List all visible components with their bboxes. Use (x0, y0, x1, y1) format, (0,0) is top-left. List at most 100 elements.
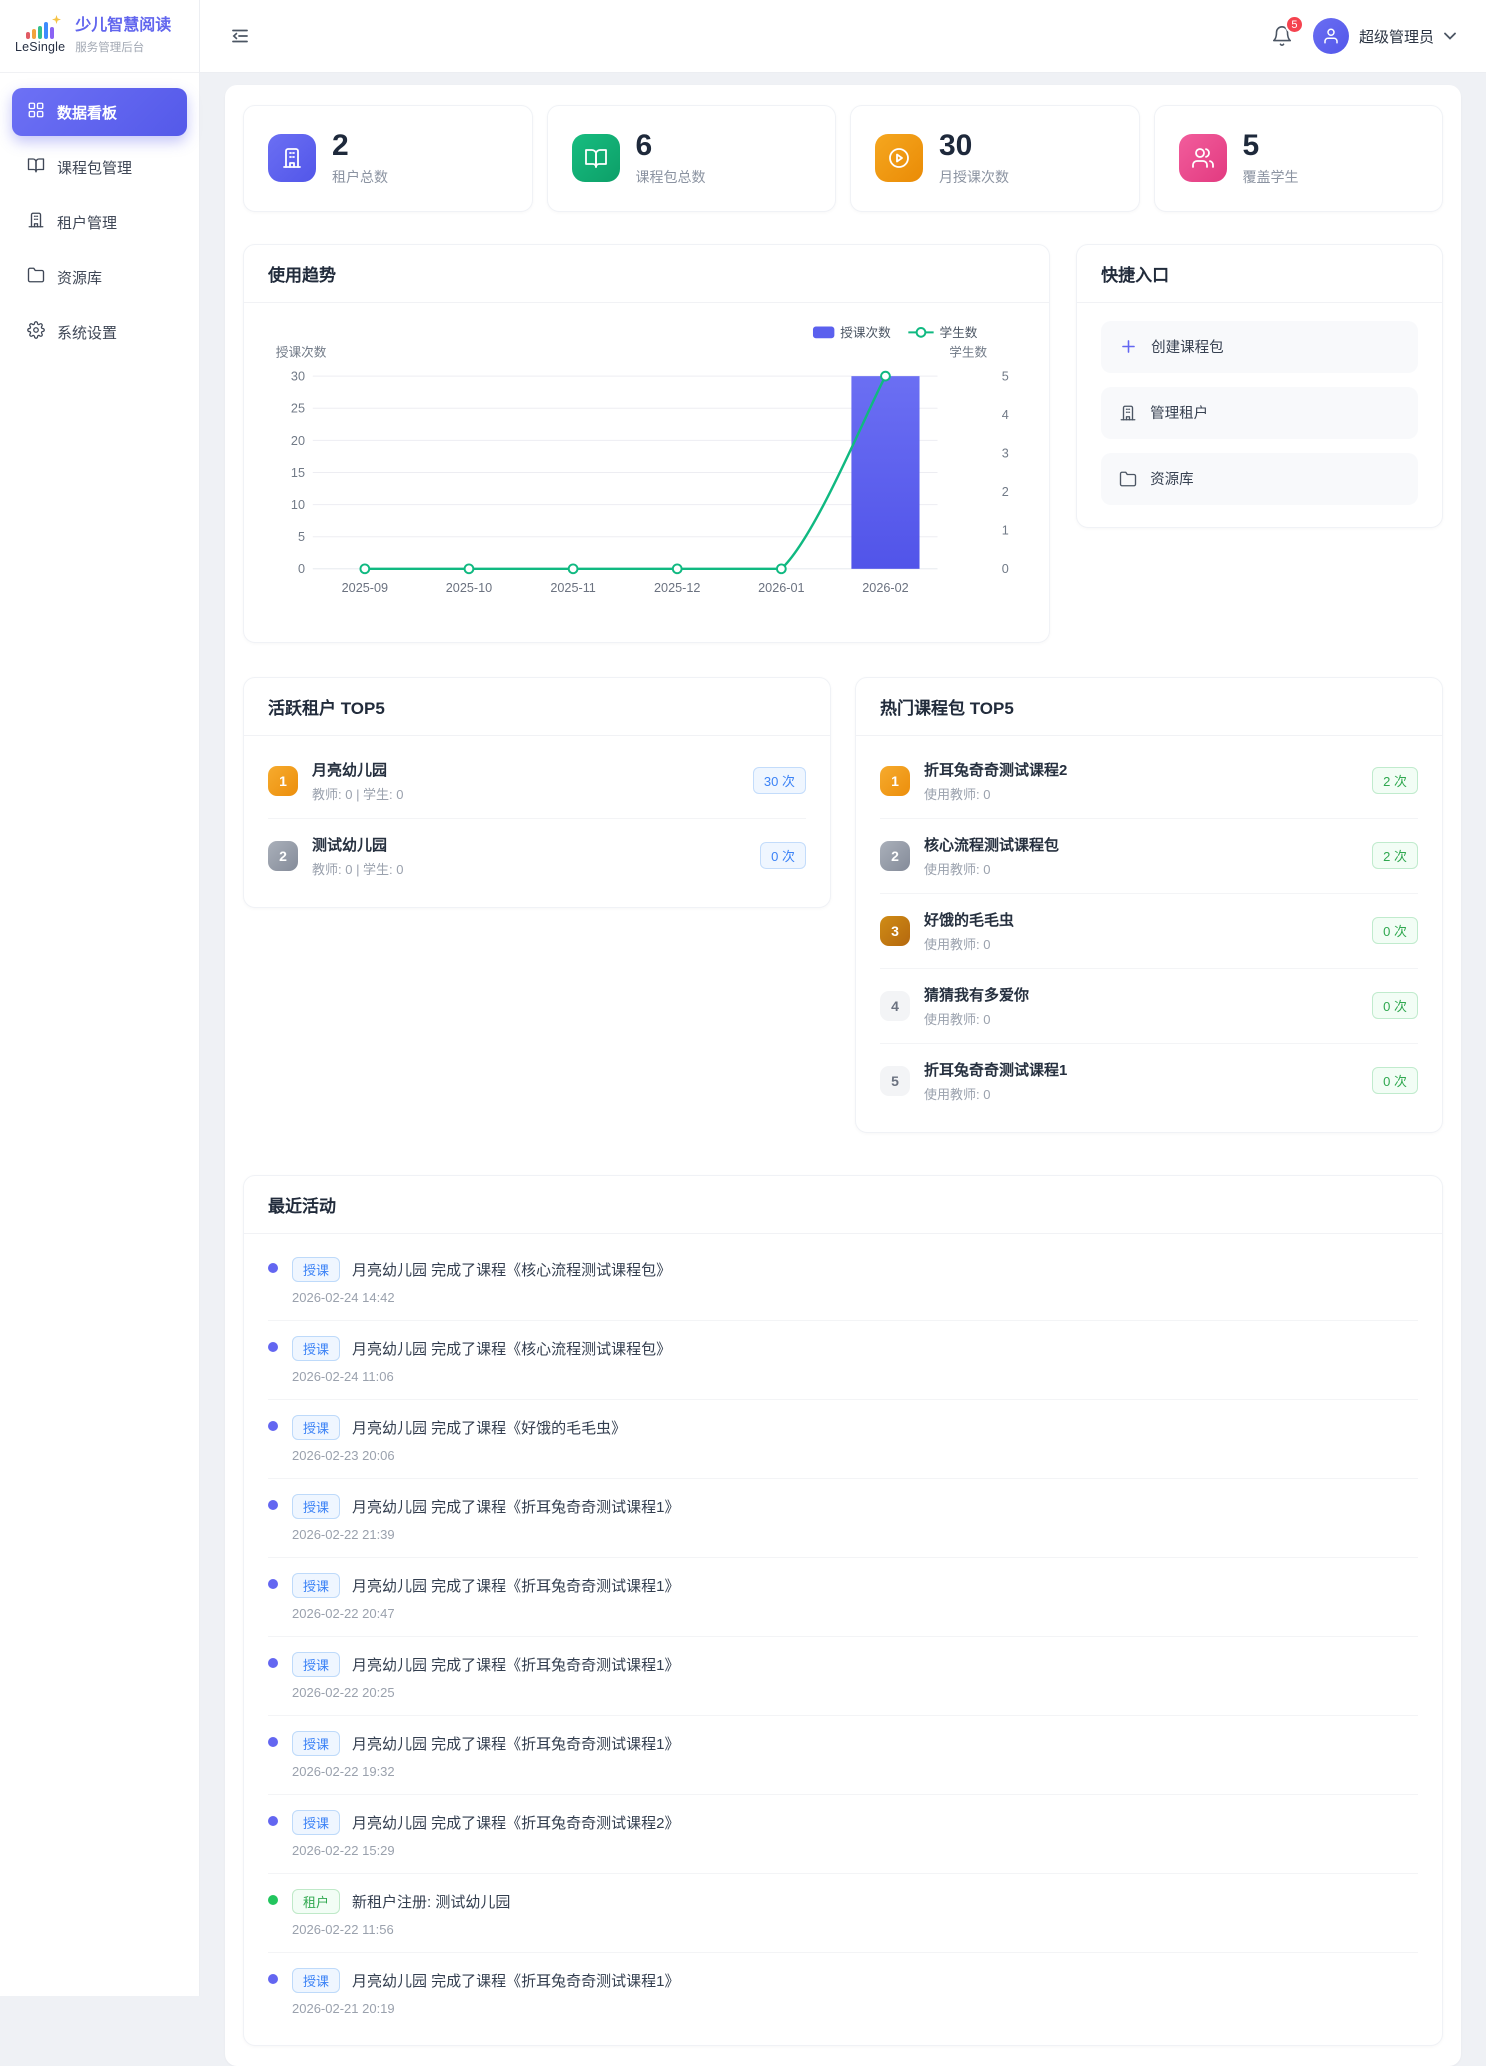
activity-dot (268, 1342, 278, 1352)
stat-label: 租户总数 (332, 167, 388, 187)
rank-badge: 2 (880, 841, 910, 871)
activity-type-badge: 租户 (292, 1889, 340, 1914)
usage-trend-chart: 051015202530012345授课次数学生数2025-092025-102… (268, 309, 1025, 632)
activity-type-badge: 授课 (292, 1810, 340, 1835)
activity-dot (268, 1579, 278, 1589)
quick-action-label: 管理租户 (1150, 402, 1208, 423)
sidebar-item-label: 数据看板 (57, 102, 117, 123)
tenant-name: 测试幼儿园 (312, 834, 746, 855)
sidebar-item-course-packages[interactable]: 课程包管理 (12, 143, 187, 191)
package-name: 好饿的毛毛虫 (924, 909, 1358, 930)
user-menu[interactable]: 超级管理员 (1313, 18, 1456, 54)
book-open-icon (572, 134, 620, 182)
stat-value: 6 (636, 130, 706, 162)
svg-text:10: 10 (291, 497, 305, 511)
sidebar-item-tenants[interactable]: 租户管理 (12, 198, 187, 246)
sidebar-item-settings[interactable]: 系统设置 (12, 308, 187, 356)
quick-action-manage-tenants[interactable]: 管理租户 (1101, 387, 1418, 439)
activity-dot (268, 1974, 278, 1984)
activity-type-badge: 授课 (292, 1573, 340, 1598)
activity-row: 授课 月亮幼儿园 完成了课程《核心流程测试课程包》 2026-02-24 11:… (268, 1320, 1418, 1399)
svg-text:2: 2 (1002, 485, 1009, 499)
tenant-row: 1 月亮幼儿园 教师: 0 | 学生: 0 30 次 (268, 744, 806, 818)
quick-action-resources[interactable]: 资源库 (1101, 453, 1418, 505)
svg-text:20: 20 (291, 433, 305, 447)
svg-text:授课次数: 授课次数 (840, 326, 891, 340)
stats-row: 2 租户总数 6 课程包总数 30 月授课次数 (243, 105, 1443, 212)
activity-dot (268, 1500, 278, 1510)
svg-text:学生数: 学生数 (939, 325, 977, 340)
rank-badge: 3 (880, 916, 910, 946)
book-icon (27, 156, 45, 178)
building-icon (268, 134, 316, 182)
package-name: 折耳兔奇奇测试课程1 (924, 1059, 1358, 1080)
activity-time: 2026-02-24 11:06 (292, 1369, 671, 1384)
svg-text:25: 25 (291, 401, 305, 415)
activity-type-badge: 授课 (292, 1652, 340, 1677)
brand-title: 少儿智慧阅读 (75, 17, 171, 35)
usage-trend-title: 使用趋势 (244, 245, 1049, 303)
activity-time: 2026-02-22 20:25 (292, 1685, 680, 1700)
svg-text:0: 0 (1002, 562, 1009, 576)
usage-count-pill: 30 次 (753, 767, 806, 794)
user-name: 超级管理员 (1359, 26, 1434, 47)
activity-text: 月亮幼儿园 完成了课程《核心流程测试课程包》 (352, 1338, 671, 1359)
active-tenants-card: 活跃租户 TOP5 1 月亮幼儿园 教师: 0 | 学生: 0 30 次 2 (243, 677, 831, 908)
quick-action-label: 资源库 (1150, 468, 1194, 489)
brand-logo: LeSingle 少儿智慧阅读 服务管理后台 (0, 0, 199, 73)
activity-type-badge: 授课 (292, 1257, 340, 1282)
activity-type-badge: 授课 (292, 1415, 340, 1440)
svg-text:授课次数: 授课次数 (276, 345, 327, 359)
stat-value: 2 (332, 130, 388, 162)
chevron-down-icon (1444, 32, 1456, 40)
activity-text: 月亮幼儿园 完成了课程《核心流程测试课程包》 (352, 1259, 671, 1280)
top-header: 5 超级管理员 (200, 0, 1486, 73)
activity-text: 月亮幼儿园 完成了课程《折耳兔奇奇测试课程1》 (352, 1970, 680, 1991)
usage-trend-card: 使用趋势 051015202530012345授课次数学生数2025-09202… (243, 244, 1050, 643)
activity-text: 月亮幼儿园 完成了课程《折耳兔奇奇测试课程1》 (352, 1496, 680, 1517)
svg-text:2025-09: 2025-09 (342, 581, 388, 595)
usage-count-pill: 0 次 (1372, 1067, 1418, 1094)
recent-activity-card: 最近活动 授课 月亮幼儿园 完成了课程《核心流程测试课程包》 2026-02-2… (243, 1175, 1443, 2046)
recent-activity-list: 授课 月亮幼儿园 完成了课程《核心流程测试课程包》 2026-02-24 14:… (244, 1234, 1442, 2045)
notification-bell[interactable]: 5 (1271, 25, 1293, 47)
sidebar-item-label: 租户管理 (57, 212, 117, 233)
sidebar-item-dashboard[interactable]: 数据看板 (12, 88, 187, 136)
users-icon (1179, 134, 1227, 182)
rank-badge: 2 (268, 841, 298, 871)
tenant-row: 2 测试幼儿园 教师: 0 | 学生: 0 0 次 (268, 818, 806, 893)
sidebar-item-resources[interactable]: 资源库 (12, 253, 187, 301)
usage-count-pill: 0 次 (1372, 992, 1418, 1019)
package-row: 3 好饿的毛毛虫 使用教师: 0 0 次 (880, 893, 1418, 968)
activity-time: 2026-02-21 20:19 (292, 2001, 680, 2016)
active-tenants-list: 1 月亮幼儿园 教师: 0 | 学生: 0 30 次 2 测试幼儿园 教师: 0… (244, 736, 830, 907)
activity-type-badge: 授课 (292, 1336, 340, 1361)
package-row: 4 猜猜我有多爱你 使用教师: 0 0 次 (880, 968, 1418, 1043)
package-meta: 使用教师: 0 (924, 859, 1358, 878)
activity-text: 月亮幼儿园 完成了课程《折耳兔奇奇测试课程2》 (352, 1812, 680, 1833)
stat-card-tenants: 2 租户总数 (243, 105, 533, 212)
hot-packages-list: 1 折耳兔奇奇测试课程2 使用教师: 0 2 次 2 核心流程测试课程包 使用教… (856, 736, 1442, 1132)
stat-label: 课程包总数 (636, 167, 706, 187)
quick-access-title: 快捷入口 (1077, 245, 1442, 303)
package-meta: 使用教师: 0 (924, 1009, 1358, 1028)
usage-count-pill: 0 次 (1372, 917, 1418, 944)
stat-label: 月授课次数 (939, 167, 1009, 187)
activity-row: 授课 月亮幼儿园 完成了课程《核心流程测试课程包》 2026-02-24 14:… (268, 1242, 1418, 1320)
svg-text:2025-11: 2025-11 (550, 581, 595, 595)
quick-action-create-package[interactable]: 创建课程包 (1101, 321, 1418, 373)
svg-text:15: 15 (291, 465, 305, 479)
activity-type-badge: 授课 (292, 1968, 340, 1993)
package-name: 猜猜我有多爱你 (924, 984, 1358, 1005)
activity-text: 月亮幼儿园 完成了课程《折耳兔奇奇测试课程1》 (352, 1654, 680, 1675)
play-circle-icon (875, 134, 923, 182)
activity-text: 月亮幼儿园 完成了课程《好饿的毛毛虫》 (352, 1417, 626, 1438)
plus-icon (1119, 337, 1138, 356)
activity-text: 月亮幼儿园 完成了课程《折耳兔奇奇测试课程1》 (352, 1575, 680, 1596)
sidebar: LeSingle 少儿智慧阅读 服务管理后台 数据看板 课程包管理 租户管理 资… (0, 0, 200, 1996)
svg-text:2026-02: 2026-02 (862, 581, 908, 595)
svg-text:5: 5 (298, 530, 305, 544)
active-tenants-title: 活跃租户 TOP5 (244, 678, 830, 736)
activity-dot (268, 1421, 278, 1431)
sidebar-collapse-icon[interactable] (230, 26, 250, 46)
